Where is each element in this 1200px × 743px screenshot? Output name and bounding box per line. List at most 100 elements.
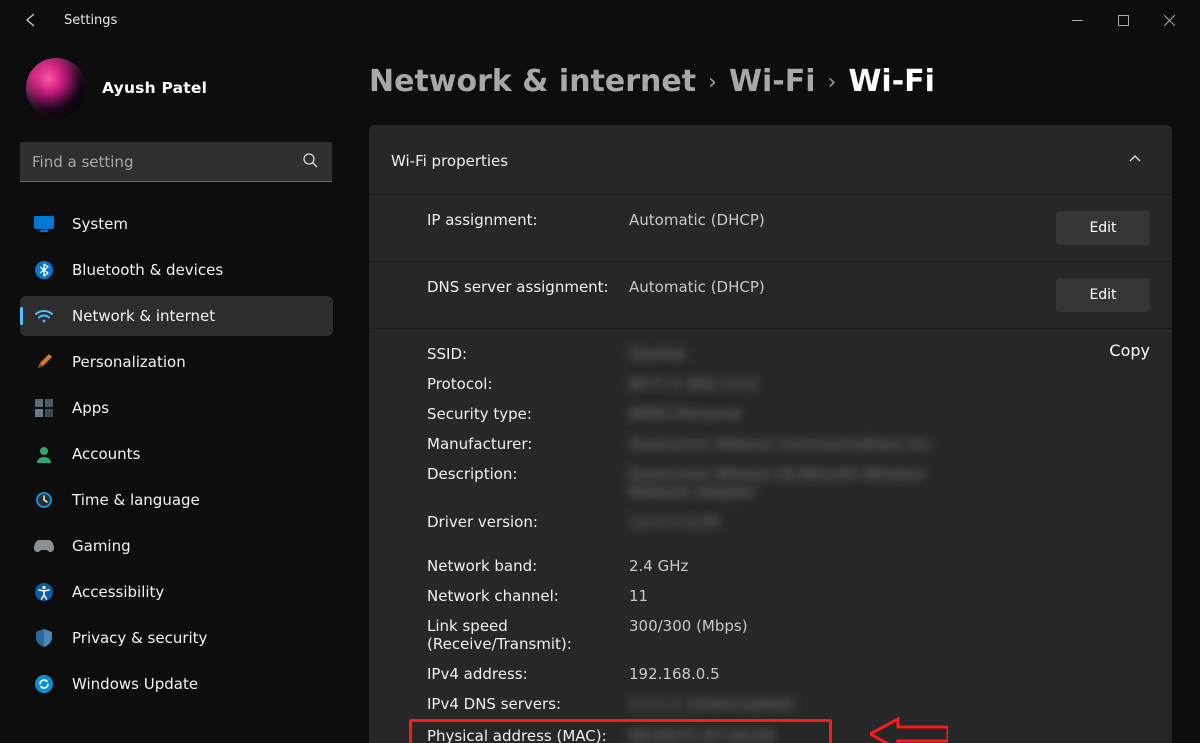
- sidebar-item-label: System: [72, 215, 128, 233]
- sidebar-item-accessibility[interactable]: Accessibility: [20, 572, 333, 612]
- row-speed: Link speed (Receive/Transmit): 300/300 (…: [369, 611, 1172, 659]
- maximize-icon: [1118, 15, 1129, 26]
- edit-dns-button[interactable]: Edit: [1056, 278, 1150, 312]
- sidebar-item-apps[interactable]: Apps: [20, 388, 333, 428]
- band-value: 2.4 GHz: [629, 557, 1150, 575]
- sidebar-item-label: Privacy & security: [72, 629, 207, 647]
- minimize-button[interactable]: [1054, 4, 1100, 36]
- driver-value: 12.0.0.1159: [629, 513, 1150, 531]
- row-band: Network band: 2.4 GHz: [369, 551, 1172, 581]
- crumb-wifi[interactable]: Wi-Fi: [729, 64, 816, 99]
- row-description: Description: Qualcomm Atheros QCA61x4A W…: [369, 459, 1172, 507]
- wifi-properties-card: Wi-Fi properties IP assignment: Automati…: [369, 125, 1172, 743]
- update-icon: [34, 674, 54, 694]
- card-header[interactable]: Wi-Fi properties: [369, 125, 1172, 194]
- shield-icon: [34, 628, 54, 648]
- dns-assignment-label: DNS server assignment:: [391, 278, 629, 296]
- sidebar-item-label: Network & internet: [72, 307, 215, 325]
- channel-label: Network channel:: [391, 587, 629, 605]
- search-input[interactable]: [20, 142, 332, 182]
- row-dns-assignment: DNS server assignment: Automatic (DHCP) …: [369, 262, 1172, 328]
- driver-label: Driver version:: [391, 513, 629, 531]
- protocol-label: Protocol:: [391, 375, 629, 393]
- brush-icon: [34, 352, 54, 372]
- row-protocol: Protocol: Wi-Fi 4 (802.11n): [369, 369, 1172, 399]
- channel-value: 11: [629, 587, 1150, 605]
- bluetooth-icon: [34, 260, 54, 280]
- row-channel: Network channel: 11: [369, 581, 1172, 611]
- dns-assignment-value: Automatic (DHCP): [629, 278, 1040, 296]
- window-controls: [1054, 4, 1192, 36]
- gamepad-icon: [34, 536, 54, 556]
- breadcrumb: Network & internet › Wi-Fi › Wi-Fi: [369, 64, 1172, 99]
- sidebar-item-network[interactable]: Network & internet: [20, 296, 333, 336]
- wifi-icon: [34, 306, 54, 326]
- sidebar-item-label: Accessibility: [72, 583, 164, 601]
- manufacturer-value: Qualcomm Atheros Communications Inc.: [629, 435, 1150, 453]
- ip-assignment-label: IP assignment:: [391, 211, 629, 229]
- description-value: Qualcomm Atheros QCA61x4A Wireless Netwo…: [629, 465, 929, 501]
- sidebar-item-system[interactable]: System: [20, 204, 333, 244]
- page-title: Wi-Fi: [848, 64, 935, 99]
- row-ssid: SSID: Starlink: [369, 339, 1172, 369]
- security-value: WPA2-Personal: [629, 405, 1150, 423]
- mac-value: 88-D8-FC-87-DA-E8: [629, 727, 1150, 743]
- chevron-right-icon: ›: [708, 70, 717, 95]
- sidebar-item-gaming[interactable]: Gaming: [20, 526, 333, 566]
- content: Network & internet › Wi-Fi › Wi-Fi Wi-Fi…: [345, 40, 1200, 743]
- sidebar-item-update[interactable]: Windows Update: [20, 664, 333, 704]
- minimize-icon: [1072, 15, 1083, 26]
- search-icon: [302, 152, 318, 172]
- speed-value: 300/300 (Mbps): [629, 617, 1150, 635]
- security-label: Security type:: [391, 405, 629, 423]
- app-title: Settings: [64, 13, 117, 28]
- row-security: Security type: WPA2-Personal: [369, 399, 1172, 429]
- maximize-button[interactable]: [1100, 4, 1146, 36]
- ssid-label: SSID:: [391, 345, 629, 363]
- arrow-left-icon: [23, 12, 39, 28]
- chevron-right-icon: ›: [828, 70, 837, 95]
- edit-ip-button[interactable]: Edit: [1056, 211, 1150, 245]
- mac-label: Physical address (MAC):: [391, 727, 629, 743]
- sidebar-item-label: Gaming: [72, 537, 131, 555]
- ipv4dns-value: 1.1.1.1 (Unencrypted): [629, 695, 1150, 713]
- sidebar-item-label: Apps: [72, 399, 109, 417]
- accessibility-icon: [34, 582, 54, 602]
- profile-name: Ayush Patel: [102, 79, 207, 97]
- band-label: Network band:: [391, 557, 629, 575]
- system-icon: [34, 214, 54, 234]
- sidebar-item-accounts[interactable]: Accounts: [20, 434, 333, 474]
- search: [20, 142, 332, 182]
- profile[interactable]: Ayush Patel: [20, 58, 333, 118]
- sidebar-item-label: Accounts: [72, 445, 140, 463]
- back-button[interactable]: [20, 9, 42, 31]
- close-icon: [1164, 15, 1175, 26]
- clock-icon: [34, 490, 54, 510]
- manufacturer-label: Manufacturer:: [391, 435, 629, 453]
- avatar: [26, 58, 86, 118]
- sidebar-item-label: Windows Update: [72, 675, 198, 693]
- crumb-network[interactable]: Network & internet: [369, 64, 696, 99]
- ipv4dns-label: IPv4 DNS servers:: [391, 695, 629, 713]
- close-button[interactable]: [1146, 4, 1192, 36]
- apps-icon: [34, 398, 54, 418]
- chevron-up-icon: [1128, 151, 1142, 170]
- person-icon: [34, 444, 54, 464]
- sidebar-item-label: Personalization: [72, 353, 186, 371]
- sidebar-item-bluetooth[interactable]: Bluetooth & devices: [20, 250, 333, 290]
- sidebar-item-label: Bluetooth & devices: [72, 261, 223, 279]
- ipv4-value: 192.168.0.5: [629, 665, 1150, 683]
- sidebar-item-personalization[interactable]: Personalization: [20, 342, 333, 382]
- description-label: Description:: [391, 465, 629, 483]
- row-ipv4: IPv4 address: 192.168.0.5: [369, 659, 1172, 689]
- sidebar-item-label: Time & language: [72, 491, 200, 509]
- ip-assignment-value: Automatic (DHCP): [629, 211, 1040, 229]
- row-mac: Physical address (MAC): 88-D8-FC-87-DA-E…: [369, 719, 1172, 743]
- row-driver: Driver version: 12.0.0.1159: [369, 507, 1172, 537]
- sidebar-item-time[interactable]: Time & language: [20, 480, 333, 520]
- ipv4-label: IPv4 address:: [391, 665, 629, 683]
- speed-label: Link speed (Receive/Transmit):: [391, 617, 629, 653]
- sidebar-item-privacy[interactable]: Privacy & security: [20, 618, 333, 658]
- titlebar: Settings: [0, 0, 1200, 40]
- titlebar-left: Settings: [20, 9, 117, 31]
